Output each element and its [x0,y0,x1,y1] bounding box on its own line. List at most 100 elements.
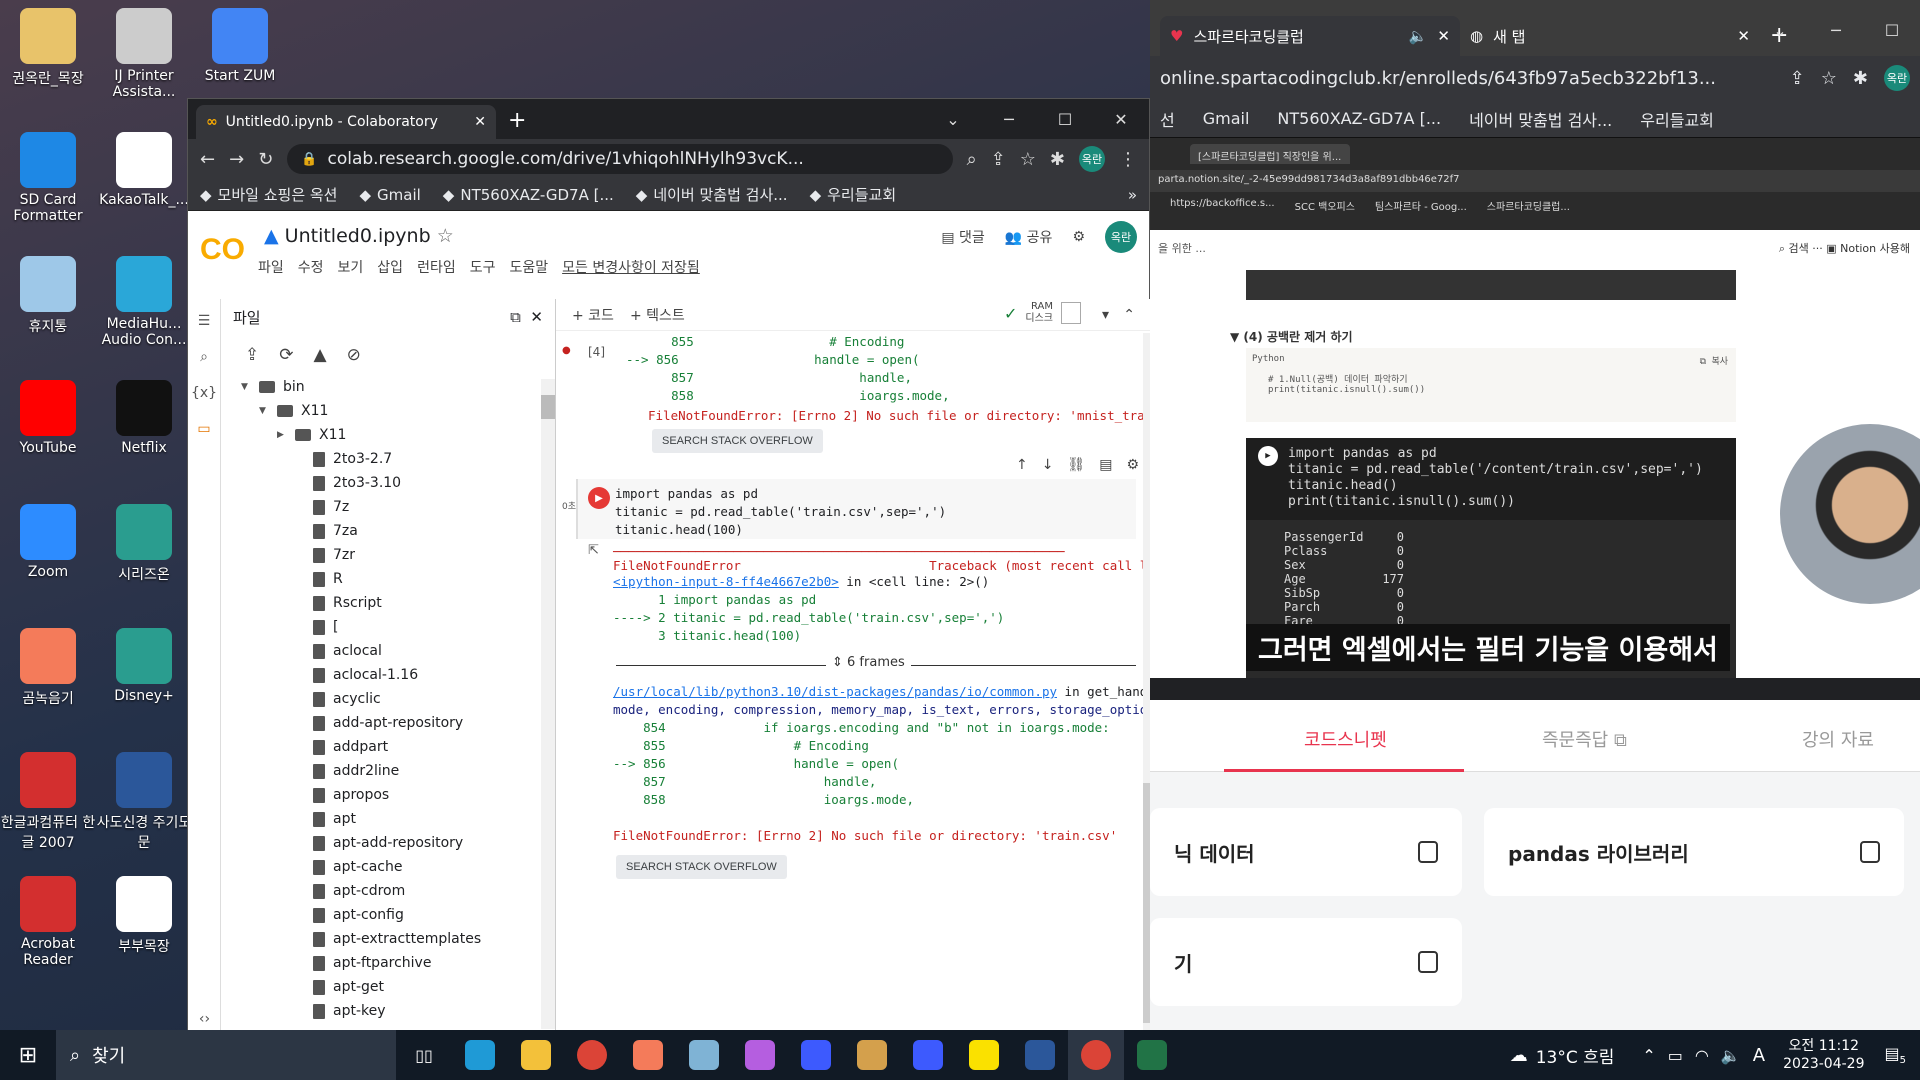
close-window-icon[interactable]: ✕ [1093,99,1149,139]
share-page-icon[interactable]: ⇪ [991,149,1006,170]
upload-icon[interactable]: ⇪ [245,345,259,365]
taskbar-app-icon[interactable] [676,1030,732,1080]
desktop-icon-2[interactable]: Start ZUM [192,8,288,84]
cell-8-code[interactable]: import pandas as pd titanic = pd.read_tab… [615,485,946,539]
desktop-icon-11[interactable]: 곰녹음기 [0,628,96,708]
desktop-icon-9[interactable]: Zoom [0,504,96,580]
desktop-icon-16[interactable]: 부부목장 [96,876,192,956]
tree-file[interactable]: [ [241,615,555,639]
path-link[interactable]: /usr/local/lib/python3.10/dist-packages/… [613,684,1057,699]
bookmark-star-icon[interactable]: ☆ [1020,149,1036,170]
run-button[interactable]: ▶ [588,487,610,509]
caret-icon[interactable]: ▶ [277,423,287,447]
desktop-icon-4[interactable]: KakaoTalk_... [96,132,192,208]
taskbar-edge-icon[interactable] [452,1030,508,1080]
tab-materials[interactable]: 강의 자료 [1802,726,1874,752]
tree-file[interactable]: apropos [241,783,555,807]
back-icon[interactable]: ← [200,149,215,170]
weather-icon[interactable]: ☁ [1510,1045,1528,1066]
link-icon[interactable]: ⛓ [1067,457,1085,473]
tree-file[interactable]: apt-get [241,975,555,999]
tree-file[interactable]: apt-key [241,999,555,1023]
taskbar-zoom-icon[interactable] [788,1030,844,1080]
desktop-icon-0[interactable]: 권옥란_목장 [0,8,96,88]
star-icon[interactable]: ☆ [437,225,454,247]
search-stack-overflow-button-2[interactable]: SEARCH STACK OVERFLOW [616,855,787,879]
menu-item[interactable]: 도구 [470,257,496,277]
desktop-icon-8[interactable]: Netflix [96,380,192,456]
tab-search-icon[interactable]: ⌄ [1752,10,1808,50]
tree-folder[interactable]: ▶ X11 [241,423,555,447]
cell-settings-icon[interactable]: ⚙ [1126,457,1139,473]
copy-icon[interactable] [1418,951,1438,973]
right-profile-avatar[interactable]: 옥란 [1884,65,1910,91]
tree-file[interactable]: apt-config [241,903,555,927]
tree-file[interactable]: apt [241,807,555,831]
share-page-icon[interactable]: ⇪ [1790,68,1805,89]
bookmark-item[interactable]: 우리들교회 [1640,107,1714,131]
menu-item[interactable]: 수정 [298,257,324,277]
taskbar-zoom2-icon[interactable] [900,1030,956,1080]
tree-file[interactable]: apt-add-repository [241,831,555,855]
menu-item[interactable]: 도움말 [509,257,548,277]
new-window-icon[interactable]: ⧉ [510,308,521,326]
mount-drive-icon[interactable]: ▲ [314,345,327,365]
desktop-icon-15[interactable]: Acrobat Reader [0,876,96,968]
right-url-text[interactable]: online.spartacodingclub.kr/enrolleds/643… [1160,68,1774,89]
tab-code-snippets[interactable]: 코드스니펫 [1304,726,1387,752]
extensions-icon[interactable]: ✱ [1050,149,1065,170]
copy-icon[interactable] [1860,841,1880,863]
saved-status[interactable]: 모든 변경사항이 저장됨 [562,257,700,277]
desktop-icon-5[interactable]: 휴지통 [0,256,96,336]
reload-icon[interactable]: ↻ [258,149,273,170]
search-box[interactable]: ⌕ 찾기 [56,1030,396,1080]
frames-toggle[interactable]: ⇕ 6 frames [826,655,911,670]
tab-qna[interactable]: 즉문즉답 ⧉ [1542,726,1627,752]
menu-item[interactable]: 보기 [338,257,364,277]
notebook-title[interactable]: ▲ Untitled0.ipynb ☆ [264,225,454,247]
desktop-icon-13[interactable]: 한글과컴퓨터 한글 2007 [0,752,96,852]
menu-icon[interactable]: ⋮ [1119,149,1137,170]
snippet-card-1[interactable]: 닉 데이터 [1150,808,1462,896]
weather-text[interactable]: 13°C 흐림 [1536,1043,1615,1068]
minimize-icon[interactable]: ─ [981,99,1037,139]
desktop-icon-6[interactable]: MediaHu... Audio Con... [96,256,192,348]
bookmark-item[interactable]: ◆ 네이버 맞춤법 검사... [636,184,788,205]
taskbar-recorder-icon[interactable] [620,1030,676,1080]
collapse-icon[interactable]: ⌃ [1123,307,1135,323]
toc-icon[interactable]: ☰ [188,313,220,329]
tree-file[interactable]: 7za [241,519,555,543]
caret-icon[interactable]: ▼ [259,399,269,423]
taskbar-word-icon[interactable] [1012,1030,1068,1080]
bookmark-item[interactable]: 네이버 맞춤법 검사... [1469,107,1612,131]
tree-file[interactable]: apt-cache [241,855,555,879]
bookmark-item[interactable]: NT560XAZ-GD7A [... [1277,109,1441,128]
taskbar-app2-icon[interactable] [732,1030,788,1080]
close-panel-icon[interactable]: ✕ [530,308,543,326]
search-stack-overflow-button[interactable]: SEARCH STACK OVERFLOW [652,429,823,453]
clock[interactable]: 오전 11:12 2023-04-29 [1783,1037,1864,1073]
taskbar-explorer-icon[interactable] [508,1030,564,1080]
tree-file[interactable]: apt-extracttemplates [241,927,555,951]
desktop-icon-14[interactable]: 사도신경 주기도문 [96,752,192,852]
move-down-icon[interactable]: ↓ [1042,457,1054,473]
zoom-icon[interactable]: ⌕ [967,149,977,170]
bookmark-item[interactable]: ◆ 우리들교회 [810,184,897,205]
snippet-card-2[interactable]: pandas 라이브러리 [1484,808,1904,896]
taskbar-app3-icon[interactable] [844,1030,900,1080]
comment-button[interactable]: ▤ 댓글 [941,227,984,247]
tree-file[interactable]: addpart [241,735,555,759]
tree-file[interactable]: apt-cdrom [241,879,555,903]
maximize-icon[interactable]: ☐ [1037,99,1093,139]
hide-files-icon[interactable]: ⊘ [347,345,361,365]
notification-icon[interactable]: ▤5 [1885,1044,1907,1066]
search-icon[interactable]: ⌕ [188,349,220,365]
maximize-icon[interactable]: ☐ [1864,10,1920,50]
menu-item[interactable]: 파일 [258,257,284,277]
move-up-icon[interactable]: ↑ [1016,457,1028,473]
taskbar-kakaotalk-icon[interactable] [956,1030,1012,1080]
add-text-button[interactable]: + 텍스트 [630,305,685,325]
bookmark-item[interactable]: ◆ Gmail [359,186,420,204]
desktop-icon-1[interactable]: IJ Printer Assista... [96,8,192,100]
copy-icon[interactable] [1418,841,1438,863]
